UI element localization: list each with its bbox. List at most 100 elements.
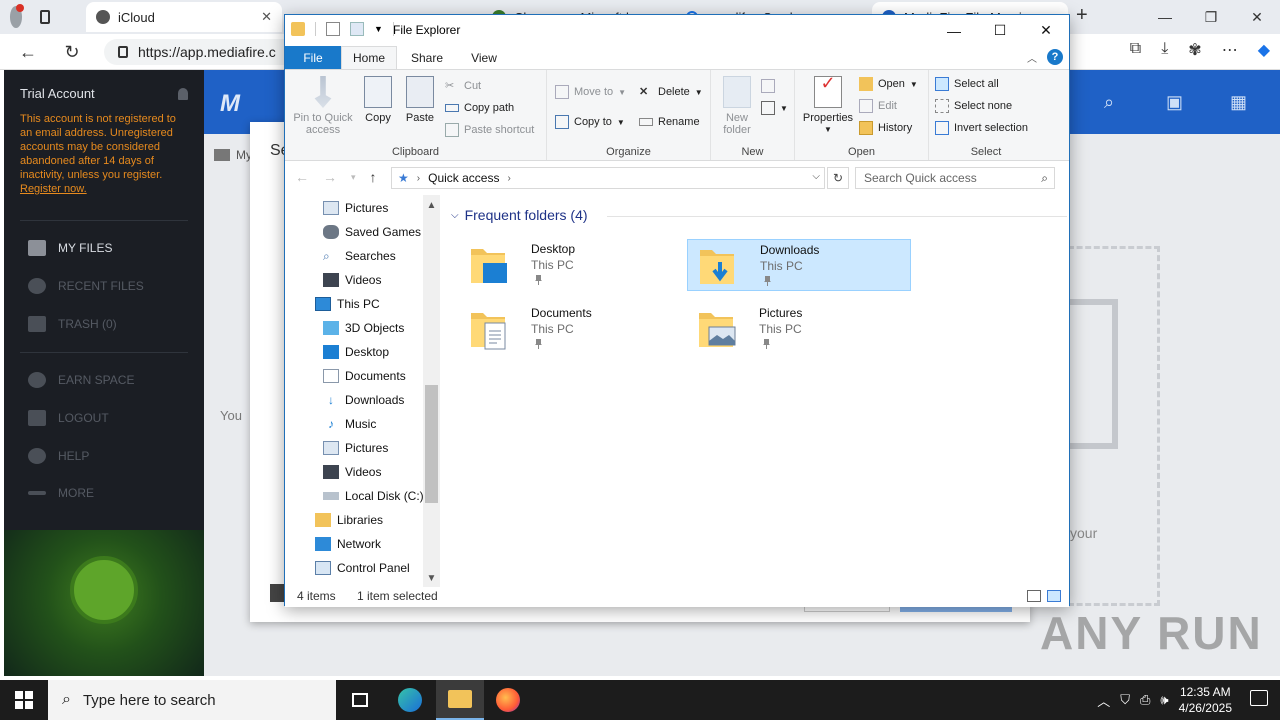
nav-pictures[interactable]: Pictures (323, 197, 388, 219)
help-icon[interactable]: ? (1047, 49, 1063, 65)
customize-chevron-icon[interactable]: ▼ (374, 24, 383, 34)
new-tab-icon[interactable]: + (1076, 4, 1088, 27)
network-icon[interactable]: ⎙ (1140, 692, 1150, 708)
pin-quick-access-button[interactable]: Pin to Quick access (291, 76, 355, 136)
invert-selection-button[interactable]: Invert selection (935, 118, 1028, 138)
open-button[interactable]: Open ▼ (859, 74, 918, 94)
up-icon[interactable]: ↑ (370, 169, 377, 185)
forward-icon[interactable]: → (323, 169, 337, 185)
copy-path-button[interactable]: Copy path (445, 98, 514, 118)
minimize-button[interactable]: — (1142, 0, 1188, 34)
nav-searches[interactable]: ⌕ Searches (323, 245, 396, 267)
new-folder-icon[interactable] (350, 22, 364, 36)
firefox-taskbar-button[interactable] (484, 680, 532, 720)
new-folder-icon[interactable]: ▣ (1166, 92, 1186, 112)
collapse-ribbon-icon[interactable]: ︿ (1027, 50, 1037, 65)
nav-trash[interactable]: TRASH (0) (28, 316, 117, 332)
copy-to-button[interactable]: Copy to ▼ (555, 112, 625, 132)
frequent-folders-header[interactable]: ⌵ Frequent folders (4) (451, 207, 1067, 223)
rename-button[interactable]: Rename (639, 112, 700, 132)
nav-control-panel[interactable]: Control Panel (315, 557, 410, 579)
folder-tile-documents[interactable]: Documents This PC (459, 303, 683, 355)
notifications-icon[interactable] (1250, 690, 1268, 706)
large-icons-view-icon[interactable] (1047, 590, 1061, 602)
edge-taskbar-button[interactable] (386, 680, 434, 720)
properties-button[interactable]: ✓ Properties ▼ (801, 74, 855, 136)
path-segment[interactable]: Quick access (428, 171, 499, 185)
volume-icon[interactable]: 🕪 (1160, 692, 1168, 708)
nav-videos[interactable]: Videos (323, 269, 381, 291)
scroll-up-icon[interactable]: ▲ (423, 197, 440, 214)
add-file-icon[interactable] (270, 584, 284, 602)
upload-dropzone[interactable]: your (1068, 246, 1160, 606)
minimize-button[interactable]: — (931, 15, 977, 46)
copilot-icon[interactable]: ◆ (1258, 40, 1270, 60)
cut-button[interactable]: ✂ Cut (445, 76, 481, 96)
download-icon[interactable]: ⤓ (1161, 40, 1168, 60)
maximize-button[interactable]: ☐ (977, 15, 1023, 46)
url-field[interactable]: https://app.mediafire.c (104, 39, 304, 65)
nav-pictures-pc[interactable]: Pictures (323, 437, 388, 459)
scroll-down-icon[interactable]: ▼ (423, 570, 440, 587)
nav-network[interactable]: Network (315, 533, 381, 555)
more-icon[interactable]: ⋯ (1222, 40, 1238, 60)
file-explorer-taskbar-button[interactable] (436, 680, 484, 720)
nav-earn-space[interactable]: EARN SPACE (28, 372, 134, 388)
nav-3d-objects[interactable]: 3D Objects (323, 317, 404, 339)
easy-access-button[interactable]: ▼ (761, 98, 788, 118)
folder-tile-pictures[interactable]: Pictures This PC (687, 303, 911, 355)
search-input[interactable]: Search Quick access ⌕ (855, 167, 1055, 189)
scroll-thumb[interactable] (425, 385, 438, 503)
search-icon[interactable]: ⌕ (1104, 92, 1124, 112)
grid-view-icon[interactable]: ▦ (1230, 92, 1250, 112)
close-tab-icon[interactable]: ✕ (261, 9, 272, 25)
nav-videos-pc[interactable]: Videos (323, 461, 381, 483)
nav-this-pc[interactable]: This PC (315, 293, 380, 315)
nav-pane-scrollbar[interactable]: ▲ ▼ (423, 195, 440, 587)
tab-actions-icon[interactable] (40, 10, 50, 24)
tab-icloud[interactable]: iCloud ✕ (86, 2, 282, 32)
folder-tile-downloads[interactable]: Downloads This PC (687, 239, 911, 291)
nav-my-files[interactable]: MY FILES (28, 240, 112, 256)
address-field[interactable]: ★ › Quick access › ⌵ (391, 167, 825, 189)
restore-button[interactable]: ❐ (1188, 0, 1234, 34)
edit-button[interactable]: Edit (859, 96, 897, 116)
register-link[interactable]: Register now. (20, 183, 87, 195)
nav-downloads[interactable]: ↓ Downloads (323, 389, 404, 411)
properties-icon[interactable] (326, 22, 340, 36)
copy-button[interactable]: Copy (359, 76, 397, 124)
paste-button[interactable]: Paste (401, 76, 439, 124)
nav-libraries[interactable]: Libraries (315, 509, 383, 531)
tab-home[interactable]: Home (341, 46, 397, 69)
address-dropdown-icon[interactable]: ⌵ (812, 171, 820, 182)
history-button[interactable]: History (859, 118, 912, 138)
nav-help[interactable]: HELP (28, 448, 89, 464)
close-button[interactable]: ✕ (1023, 15, 1069, 46)
profile-button[interactable] (0, 2, 60, 32)
nav-logout[interactable]: LOGOUT (28, 410, 109, 426)
new-folder-button[interactable]: New folder (717, 76, 757, 136)
extensions-icon[interactable]: ✾ (1188, 40, 1201, 60)
details-view-icon[interactable] (1027, 590, 1041, 602)
tab-view[interactable]: View (457, 46, 511, 69)
folder-tile-desktop[interactable]: Desktop This PC (459, 239, 683, 291)
task-view-button[interactable] (336, 680, 384, 720)
nav-saved-games[interactable]: Saved Games (323, 221, 421, 243)
nav-documents[interactable]: Documents (323, 365, 406, 387)
collections-icon[interactable]: ⧉ (1130, 40, 1141, 60)
nav-local-disk[interactable]: Local Disk (C:) (323, 485, 424, 507)
recent-locations-icon[interactable]: ▾ (351, 169, 356, 185)
move-to-button[interactable]: Move to ▼ (555, 82, 626, 102)
refresh-icon[interactable]: ↻ (58, 40, 86, 64)
promo-banner[interactable] (4, 530, 204, 676)
select-none-button[interactable]: Select none (935, 96, 1012, 116)
clock[interactable]: 12:35 AM 4/26/2025 (1179, 684, 1232, 716)
tab-file[interactable]: File (285, 46, 341, 69)
start-button[interactable] (0, 680, 48, 720)
nav-desktop[interactable]: Desktop (323, 341, 389, 363)
nav-music[interactable]: ♪ Music (323, 413, 376, 435)
nav-recent-files[interactable]: RECENT FILES (28, 278, 144, 294)
close-button[interactable]: ✕ (1234, 0, 1280, 34)
show-hidden-icons-icon[interactable]: ︿ (1097, 691, 1110, 710)
taskbar-search-input[interactable]: ⌕ Type here to search (48, 680, 336, 720)
